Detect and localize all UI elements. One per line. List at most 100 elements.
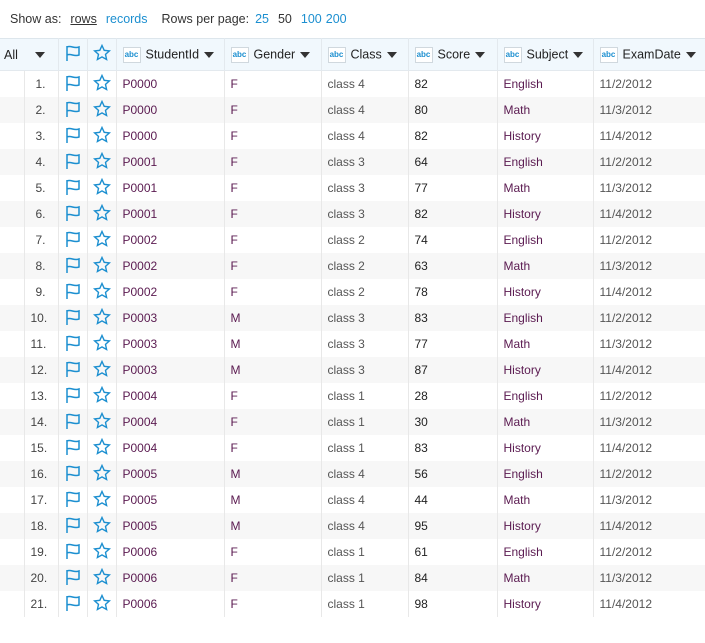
cell-gender[interactable]: F xyxy=(223,591,322,617)
cell-gender[interactable]: F xyxy=(223,123,322,149)
cell-class[interactable]: class 1 xyxy=(320,539,409,565)
flag-toggle[interactable] xyxy=(57,201,88,227)
cell-subject[interactable]: Math xyxy=(496,487,594,513)
cell-score[interactable]: 28 xyxy=(407,383,498,409)
cell-studentid[interactable]: P0005 xyxy=(115,461,225,487)
cell-score[interactable]: 87 xyxy=(407,357,498,383)
cell-subject[interactable]: English xyxy=(496,149,594,175)
cell-examdate[interactable]: 11/4/2012 xyxy=(592,435,705,461)
star-toggle[interactable] xyxy=(86,513,117,539)
star-toggle[interactable] xyxy=(86,149,117,175)
cell-examdate[interactable]: 11/4/2012 xyxy=(592,591,705,617)
cell-examdate[interactable]: 11/2/2012 xyxy=(592,227,705,253)
flag-toggle[interactable] xyxy=(57,591,88,617)
dropdown-icon[interactable] xyxy=(475,51,486,58)
cell-examdate[interactable]: 11/3/2012 xyxy=(592,253,705,279)
dropdown-icon[interactable] xyxy=(204,51,215,58)
show-rows-link[interactable]: rows xyxy=(70,12,96,26)
star-toggle[interactable] xyxy=(86,409,117,435)
cell-gender[interactable]: F xyxy=(223,149,322,175)
star-toggle[interactable] xyxy=(86,565,117,591)
dropdown-icon[interactable] xyxy=(386,51,397,58)
cell-subject[interactable]: Math xyxy=(496,331,594,357)
cell-subject[interactable]: English xyxy=(496,305,594,331)
star-toggle[interactable] xyxy=(86,539,117,565)
dropdown-icon[interactable] xyxy=(573,51,584,58)
cell-class[interactable]: class 3 xyxy=(320,305,409,331)
page-size-100[interactable]: 100 xyxy=(301,12,322,26)
cell-examdate[interactable]: 11/2/2012 xyxy=(592,149,705,175)
flag-toggle[interactable] xyxy=(57,149,88,175)
cell-examdate[interactable]: 11/4/2012 xyxy=(592,201,705,227)
column-header-subject[interactable]: abc Subject xyxy=(496,38,594,71)
cell-score[interactable]: 83 xyxy=(407,305,498,331)
star-toggle[interactable] xyxy=(86,253,117,279)
flag-toggle[interactable] xyxy=(57,409,88,435)
flag-toggle[interactable] xyxy=(57,227,88,253)
cell-examdate[interactable]: 11/2/2012 xyxy=(592,70,705,97)
star-toggle[interactable] xyxy=(86,487,117,513)
star-toggle[interactable] xyxy=(86,123,117,149)
star-toggle[interactable] xyxy=(86,357,117,383)
cell-class[interactable]: class 2 xyxy=(320,279,409,305)
flag-toggle[interactable] xyxy=(57,175,88,201)
cell-studentid[interactable]: P0006 xyxy=(115,565,225,591)
flag-column-header[interactable] xyxy=(57,38,88,71)
cell-score[interactable]: 83 xyxy=(407,435,498,461)
cell-class[interactable]: class 2 xyxy=(320,253,409,279)
star-column-header[interactable] xyxy=(86,38,117,71)
cell-subject[interactable]: Math xyxy=(496,175,594,201)
cell-examdate[interactable]: 11/4/2012 xyxy=(592,279,705,305)
cell-gender[interactable]: F xyxy=(223,227,322,253)
cell-class[interactable]: class 3 xyxy=(320,357,409,383)
cell-gender[interactable]: F xyxy=(223,253,322,279)
star-toggle[interactable] xyxy=(86,461,117,487)
column-header-gender[interactable]: abc Gender xyxy=(223,38,322,71)
cell-examdate[interactable]: 11/3/2012 xyxy=(592,565,705,591)
cell-examdate[interactable]: 11/3/2012 xyxy=(592,175,705,201)
cell-studentid[interactable]: P0002 xyxy=(115,279,225,305)
cell-subject[interactable]: English xyxy=(496,539,594,565)
cell-examdate[interactable]: 11/4/2012 xyxy=(592,123,705,149)
cell-score[interactable]: 98 xyxy=(407,591,498,617)
cell-gender[interactable]: M xyxy=(223,487,322,513)
cell-score[interactable]: 82 xyxy=(407,70,498,97)
cell-gender[interactable]: F xyxy=(223,565,322,591)
cell-studentid[interactable]: P0003 xyxy=(115,305,225,331)
cell-class[interactable]: class 4 xyxy=(320,70,409,97)
cell-studentid[interactable]: P0001 xyxy=(115,149,225,175)
cell-score[interactable]: 74 xyxy=(407,227,498,253)
cell-subject[interactable]: History xyxy=(496,513,594,539)
cell-class[interactable]: class 1 xyxy=(320,591,409,617)
flag-toggle[interactable] xyxy=(57,539,88,565)
cell-gender[interactable]: F xyxy=(223,97,322,123)
cell-subject[interactable]: English xyxy=(496,383,594,409)
cell-class[interactable]: class 4 xyxy=(320,487,409,513)
cell-studentid[interactable]: P0005 xyxy=(115,513,225,539)
flag-toggle[interactable] xyxy=(57,487,88,513)
flag-toggle[interactable] xyxy=(57,97,88,123)
cell-score[interactable]: 82 xyxy=(407,123,498,149)
cell-studentid[interactable]: P0004 xyxy=(115,435,225,461)
star-toggle[interactable] xyxy=(86,201,117,227)
cell-score[interactable]: 44 xyxy=(407,487,498,513)
cell-studentid[interactable]: P0000 xyxy=(115,70,225,97)
cell-gender[interactable]: M xyxy=(223,513,322,539)
cell-examdate[interactable]: 11/2/2012 xyxy=(592,383,705,409)
column-header-class[interactable]: abc Class xyxy=(320,38,409,71)
cell-studentid[interactable]: P0004 xyxy=(115,383,225,409)
flag-toggle[interactable] xyxy=(57,123,88,149)
show-records-link[interactable]: records xyxy=(106,12,148,26)
cell-class[interactable]: class 4 xyxy=(320,97,409,123)
cell-score[interactable]: 30 xyxy=(407,409,498,435)
cell-class[interactable]: class 3 xyxy=(320,331,409,357)
cell-class[interactable]: class 1 xyxy=(320,409,409,435)
cell-subject[interactable]: Math xyxy=(496,97,594,123)
cell-class[interactable]: class 4 xyxy=(320,123,409,149)
cell-class[interactable]: class 2 xyxy=(320,227,409,253)
flag-toggle[interactable] xyxy=(57,461,88,487)
star-toggle[interactable] xyxy=(86,279,117,305)
cell-score[interactable]: 56 xyxy=(407,461,498,487)
cell-subject[interactable]: English xyxy=(496,227,594,253)
cell-score[interactable]: 61 xyxy=(407,539,498,565)
